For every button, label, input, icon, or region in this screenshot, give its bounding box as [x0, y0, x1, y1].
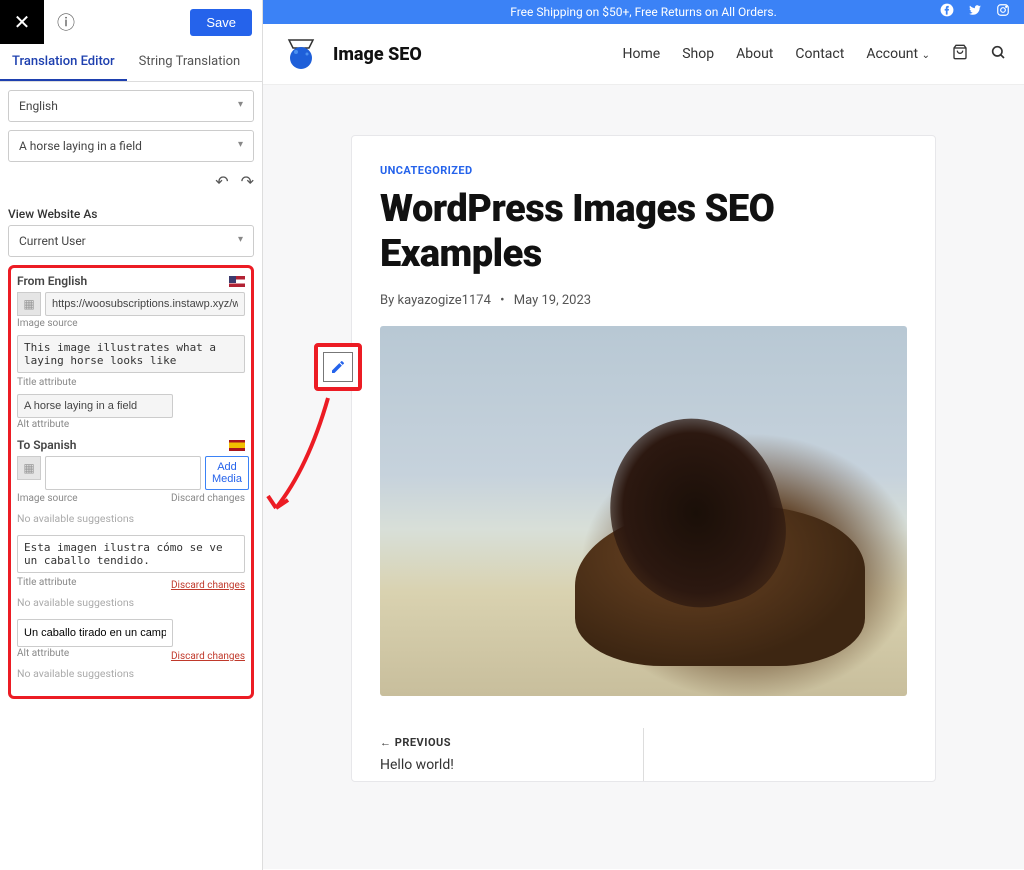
instagram-icon[interactable]: [996, 3, 1010, 21]
from-heading: From English: [17, 274, 87, 288]
translation-fields-highlight: From English ▦ Image source This image i…: [8, 265, 254, 699]
discard-changes-link[interactable]: Discard changes: [171, 580, 245, 591]
from-alt-label: Alt attribute: [17, 419, 245, 430]
previous-link[interactable]: ← PREVIOUS: [380, 736, 643, 749]
image-thumb-icon: ▦: [17, 292, 41, 316]
tab-string-translation[interactable]: String Translation: [127, 44, 253, 81]
previous-title[interactable]: Hello world!: [380, 757, 643, 773]
site-brand[interactable]: Image SEO: [333, 44, 422, 65]
cart-icon[interactable]: [952, 44, 968, 64]
site-preview: Free Shipping on $50+, Free Returns on A…: [263, 0, 1024, 870]
edit-image-callout[interactable]: [314, 343, 362, 391]
no-suggestions-text: No available suggestions: [17, 596, 245, 609]
discard-changes-link[interactable]: Discard changes: [171, 493, 245, 504]
to-alt-input[interactable]: [17, 619, 173, 647]
promo-bar: Free Shipping on $50+, Free Returns on A…: [263, 0, 1024, 24]
from-image-source-label: Image source: [17, 318, 245, 329]
no-suggestions-text: No available suggestions: [17, 512, 245, 525]
post-category[interactable]: UNCATEGORIZED: [380, 164, 907, 177]
by-label: By: [380, 293, 394, 308]
view-as-label: View Website As: [8, 207, 254, 221]
site-nav: Image SEO Home Shop About Contact Accoun…: [263, 24, 1024, 85]
sidebar-panel: English A horse laying in a field ↶ ↷ Vi…: [0, 82, 262, 707]
info-icon[interactable]: ⓘ: [44, 0, 88, 44]
undo-icon[interactable]: ↶: [215, 172, 228, 191]
from-title-label: Title attribute: [17, 377, 245, 388]
nav-shop[interactable]: Shop: [682, 46, 714, 62]
twitter-icon[interactable]: [968, 3, 982, 21]
nav-contact[interactable]: Contact: [795, 46, 844, 62]
nav-account[interactable]: Account ⌄: [866, 46, 930, 62]
to-heading: To Spanish: [17, 438, 76, 452]
sidebar-topbar: ✕ ⓘ Save: [0, 0, 262, 44]
redo-icon[interactable]: ↷: [241, 172, 254, 191]
undo-redo-row: ↶ ↷: [8, 170, 254, 201]
post-navigation: ← PREVIOUS Hello world!: [380, 728, 907, 781]
tab-translation-editor[interactable]: Translation Editor: [0, 44, 127, 81]
from-image-source-input: [45, 292, 245, 316]
flag-us-icon: [229, 276, 245, 287]
to-title-textarea[interactable]: Esta imagen ilustra cómo se ve un caball…: [17, 535, 245, 573]
pencil-icon: [330, 359, 346, 375]
promo-text: Free Shipping on $50+, Free Returns on A…: [510, 5, 777, 19]
nav-links: Home Shop About Contact Account ⌄: [623, 44, 1006, 64]
post-byline: By kayazogize1174 • May 19, 2023: [380, 293, 907, 308]
to-alt-label: Alt attribute: [17, 648, 69, 659]
no-suggestions-text: No available suggestions: [17, 667, 245, 680]
to-image-source-label: Image source: [17, 493, 78, 504]
chevron-down-icon: ⌄: [922, 50, 930, 61]
image-thumb-icon: ▦: [17, 456, 41, 480]
site-logo-icon[interactable]: [281, 34, 321, 74]
from-title-textarea: This image illustrates what a laying hor…: [17, 335, 245, 373]
discard-changes-link[interactable]: Discard changes: [171, 651, 245, 662]
site-content: UNCATEGORIZED WordPress Images SEO Examp…: [263, 85, 1024, 869]
sidebar-tabs: Translation Editor String Translation: [0, 44, 262, 82]
save-button[interactable]: Save: [190, 9, 252, 36]
post-title: WordPress Images SEO Examples: [380, 187, 907, 277]
flag-es-icon: [229, 440, 245, 451]
add-media-button[interactable]: Add Media: [205, 456, 249, 490]
facebook-icon[interactable]: [940, 3, 954, 21]
to-image-source-input[interactable]: [45, 456, 201, 490]
from-alt-input: [17, 394, 173, 418]
to-title-label: Title attribute: [17, 577, 76, 588]
separator: •: [500, 293, 504, 308]
post-date: May 19, 2023: [514, 293, 591, 308]
item-select[interactable]: A horse laying in a field: [8, 130, 254, 162]
language-select[interactable]: English: [8, 90, 254, 122]
social-links: [940, 3, 1010, 21]
post-hero-image[interactable]: [380, 326, 907, 696]
search-icon[interactable]: [990, 44, 1006, 64]
post-card: UNCATEGORIZED WordPress Images SEO Examp…: [351, 135, 936, 782]
post-author[interactable]: kayazogize1174: [398, 293, 491, 308]
nav-about[interactable]: About: [736, 46, 773, 62]
view-as-select[interactable]: Current User: [8, 225, 254, 257]
nav-home[interactable]: Home: [623, 46, 661, 62]
translation-sidebar: ✕ ⓘ Save Translation Editor String Trans…: [0, 0, 263, 870]
close-button[interactable]: ✕: [0, 0, 44, 44]
